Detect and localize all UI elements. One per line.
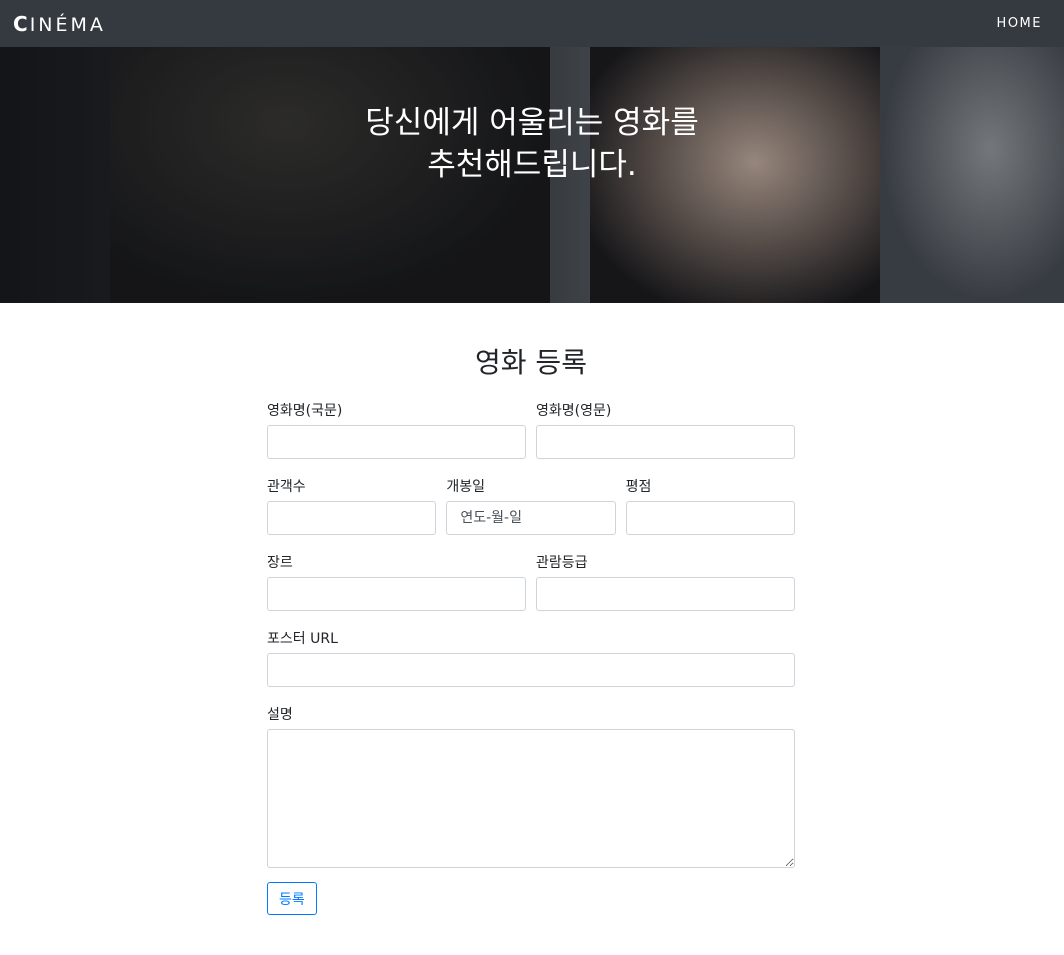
field-audience: 관객수 xyxy=(267,477,437,535)
title-kr-input[interactable] xyxy=(267,425,526,459)
description-label: 설명 xyxy=(267,707,293,723)
field-description: 설명 xyxy=(267,705,795,868)
field-release-date: 개봉일 xyxy=(446,477,616,535)
title-kr-label: 영화명(국문) xyxy=(267,403,343,419)
grade-label: 관람등급 xyxy=(536,555,588,571)
release-date-label: 개봉일 xyxy=(446,479,485,495)
navbar: C INÉMA HOME xyxy=(0,0,1064,47)
submit-button[interactable]: 등록 xyxy=(267,882,317,915)
brand-logo-text: INÉMA xyxy=(29,13,106,36)
genre-input[interactable] xyxy=(267,577,526,611)
form-row-stats: 관객수 개봉일 평점 xyxy=(267,477,795,535)
form-title: 영화 등록 xyxy=(475,346,587,379)
title-en-label: 영화명(영문) xyxy=(536,403,612,419)
form-row-titles: 영화명(국문) 영화명(영문) xyxy=(267,401,795,459)
genre-label: 장르 xyxy=(267,555,293,571)
audience-input[interactable] xyxy=(267,501,437,535)
poster-url-label: 포스터 URL xyxy=(267,631,338,647)
field-poster-url: 포스터 URL xyxy=(267,629,795,687)
brand-logo[interactable]: C INÉMA xyxy=(13,12,106,36)
field-rating: 평점 xyxy=(625,477,795,535)
field-title-kr: 영화명(국문) xyxy=(267,401,526,459)
nav-home-link[interactable]: HOME xyxy=(997,16,1042,31)
hero-banner: 당신에게 어울리는 영화를 추천해드립니다. xyxy=(0,47,1064,303)
rating-input[interactable] xyxy=(625,501,795,535)
hero-title: 당신에게 어울리는 영화를 추천해드립니다. xyxy=(0,102,1064,186)
hero-title-line-2: 추천해드립니다. xyxy=(427,147,637,183)
rating-label: 평점 xyxy=(625,479,652,495)
hero-title-line-1: 당신에게 어울리는 영화를 xyxy=(365,105,699,141)
grade-input[interactable] xyxy=(536,577,795,611)
field-genre: 장르 xyxy=(267,553,526,611)
audience-label: 관객수 xyxy=(267,479,306,495)
field-grade: 관람등급 xyxy=(536,553,795,611)
release-date-input[interactable] xyxy=(446,501,616,535)
title-en-input[interactable] xyxy=(536,425,795,459)
form-row-category: 장르 관람등급 xyxy=(267,553,795,611)
brand-logo-initial: C xyxy=(13,11,30,36)
description-textarea[interactable] xyxy=(267,729,795,868)
movie-register-form: 영화 등록 영화명(국문) 영화명(영문) 관객수 개봉일 평점 장르 xyxy=(267,303,795,915)
poster-url-input[interactable] xyxy=(267,653,795,687)
field-title-en: 영화명(영문) xyxy=(536,401,795,459)
